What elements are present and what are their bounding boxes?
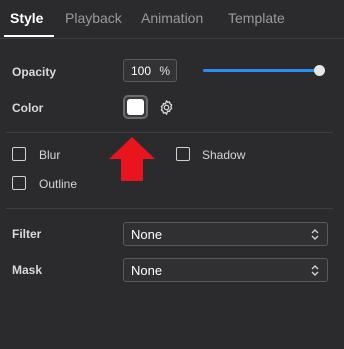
color-swatch[interactable]	[123, 95, 148, 119]
blur-label: Blur	[39, 148, 61, 162]
opacity-slider-thumb[interactable]	[314, 65, 325, 76]
outline-checkbox[interactable]	[12, 176, 26, 190]
opacity-unit: %	[159, 64, 170, 78]
filter-value: None	[131, 227, 163, 242]
filter-select[interactable]: None	[123, 222, 328, 246]
shadow-label: Shadow	[202, 148, 246, 162]
mask-select[interactable]: None	[123, 258, 328, 282]
color-label: Color	[12, 101, 44, 115]
red-arrow-annotation	[109, 137, 155, 181]
gear-icon[interactable]	[158, 99, 175, 116]
chevron-updown-icon	[311, 265, 319, 276]
mask-label: Mask	[12, 263, 43, 277]
mask-value: None	[131, 263, 163, 278]
color-swatch-fill	[127, 99, 144, 115]
blur-checkbox[interactable]	[12, 147, 26, 161]
divider	[6, 208, 333, 209]
divider	[6, 132, 333, 133]
chevron-updown-icon	[311, 229, 319, 240]
tab-template[interactable]: Template	[228, 0, 285, 36]
opacity-slider-fill	[203, 69, 319, 72]
opacity-label: Opacity	[12, 65, 57, 79]
tab-playback[interactable]: Playback	[65, 0, 122, 36]
tab-style[interactable]: Style	[10, 0, 43, 36]
opacity-input[interactable]: 100 %	[123, 59, 177, 82]
opacity-slider[interactable]	[203, 65, 325, 76]
shadow-checkbox[interactable]	[176, 147, 190, 161]
tab-bar: Style Playback Animation Template	[0, 0, 344, 39]
tab-animation[interactable]: Animation	[141, 0, 203, 36]
active-tab-indicator	[4, 35, 54, 37]
filter-label: Filter	[12, 227, 42, 241]
outline-label: Outline	[39, 177, 78, 191]
opacity-value: 100	[131, 64, 152, 78]
